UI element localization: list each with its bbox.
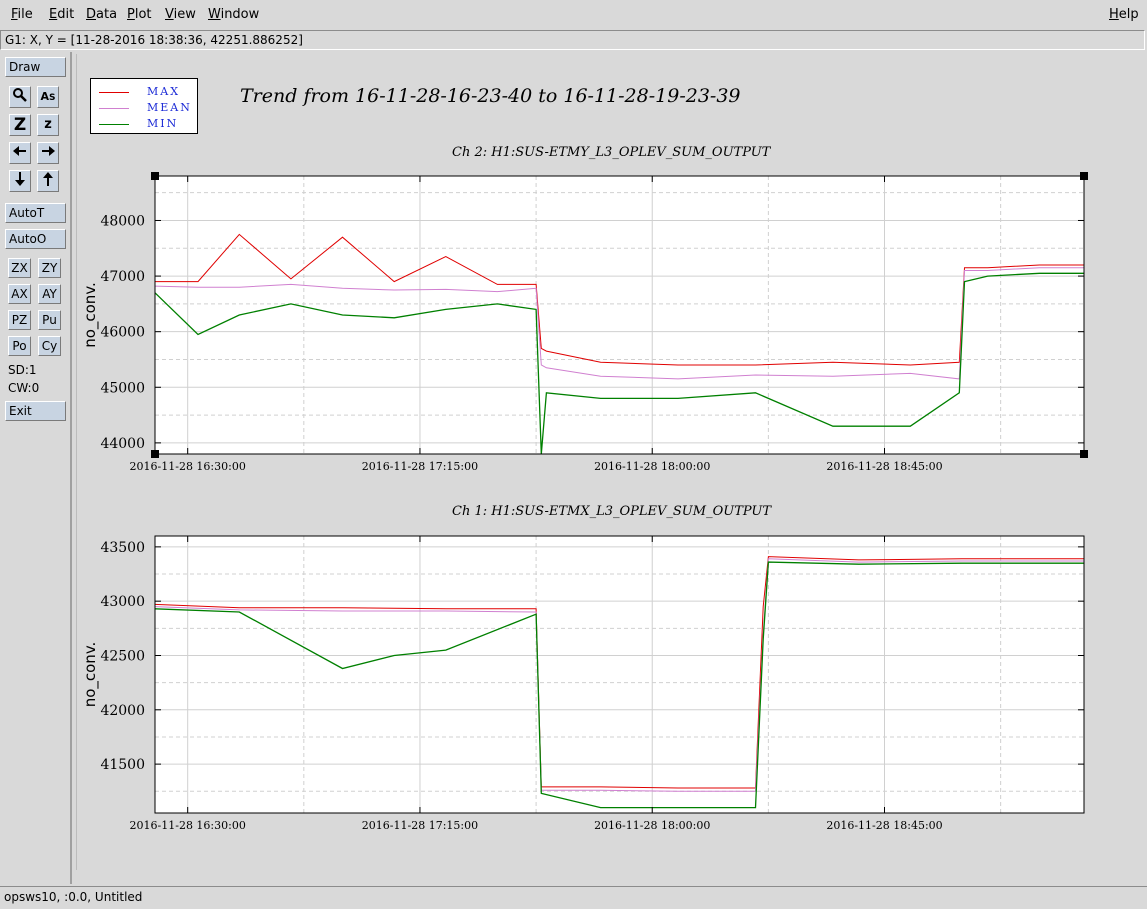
sd-label: SD:1 xyxy=(8,363,37,377)
draw-button[interactable]: Draw xyxy=(5,57,66,77)
trend-title: Trend from 16-11-28-16-23-40 to 16-11-28… xyxy=(240,85,741,107)
plot-canvas[interactable] xyxy=(76,54,1130,870)
tool-panel: Draw AS Z z AutoT AutoO ZX ZY AX AY PZ P… xyxy=(0,52,72,884)
pz-button[interactable]: PZ xyxy=(8,310,31,330)
menu-file[interactable]: File xyxy=(11,7,33,22)
legend-max-label: MAX xyxy=(147,85,181,98)
legend-mean-swatch xyxy=(99,108,129,109)
ay-button[interactable]: AY xyxy=(38,284,61,304)
legend: MAX MEAN MIN xyxy=(90,78,198,134)
po-button[interactable]: Po xyxy=(8,336,31,356)
ax-button[interactable]: AX xyxy=(8,284,31,304)
menu-view[interactable]: View xyxy=(165,7,196,22)
zoom-small-icon[interactable]: z xyxy=(37,114,59,136)
exit-button[interactable]: Exit xyxy=(5,401,66,421)
text-as-icon[interactable]: AS xyxy=(37,86,59,108)
coordinate-readout: G1: X, Y = [11-28-2016 18:38:36, 42251.8… xyxy=(5,33,303,47)
legend-max-swatch xyxy=(99,92,129,93)
autot-button[interactable]: AutoT xyxy=(5,203,66,223)
menu-data[interactable]: Data xyxy=(86,7,117,22)
cw-label: CW:0 xyxy=(8,381,40,395)
status-text: opsws10, :0.0, Untitled xyxy=(4,890,143,904)
arrow-up-icon[interactable] xyxy=(37,170,59,192)
magnifier-icon[interactable] xyxy=(9,86,31,108)
menu-bar: File Edit Data Plot View Window Help xyxy=(0,0,1147,30)
menu-help[interactable]: Help xyxy=(1109,7,1139,22)
coordinate-readout-bar: G1: X, Y = [11-28-2016 18:38:36, 42251.8… xyxy=(0,30,1145,50)
zx-button[interactable]: ZX xyxy=(8,258,31,278)
arrow-left-icon[interactable] xyxy=(9,142,31,164)
menu-plot[interactable]: Plot xyxy=(127,7,152,22)
arrow-right-icon[interactable] xyxy=(37,142,59,164)
status-bar: opsws10, :0.0, Untitled xyxy=(0,886,1147,909)
pu-button[interactable]: Pu xyxy=(38,310,61,330)
legend-min-label: MIN xyxy=(147,117,179,130)
legend-min-swatch xyxy=(99,124,129,125)
zy-button[interactable]: ZY xyxy=(38,258,61,278)
zoom-big-icon[interactable]: Z xyxy=(9,114,31,136)
chart-title-ch1: Ch 1: H1:SUS-ETMX_L3_OPLEV_SUM_OUTPUT xyxy=(452,504,772,519)
arrow-down-icon[interactable] xyxy=(9,170,31,192)
cy-button[interactable]: Cy xyxy=(38,336,61,356)
legend-mean-label: MEAN xyxy=(147,101,192,114)
chart-title-ch2: Ch 2: H1:SUS-ETMY_L3_OPLEV_SUM_OUTPUT xyxy=(452,145,771,160)
menu-window[interactable]: Window xyxy=(208,7,259,22)
menu-edit[interactable]: Edit xyxy=(49,7,74,22)
autoo-button[interactable]: AutoO xyxy=(5,229,66,249)
